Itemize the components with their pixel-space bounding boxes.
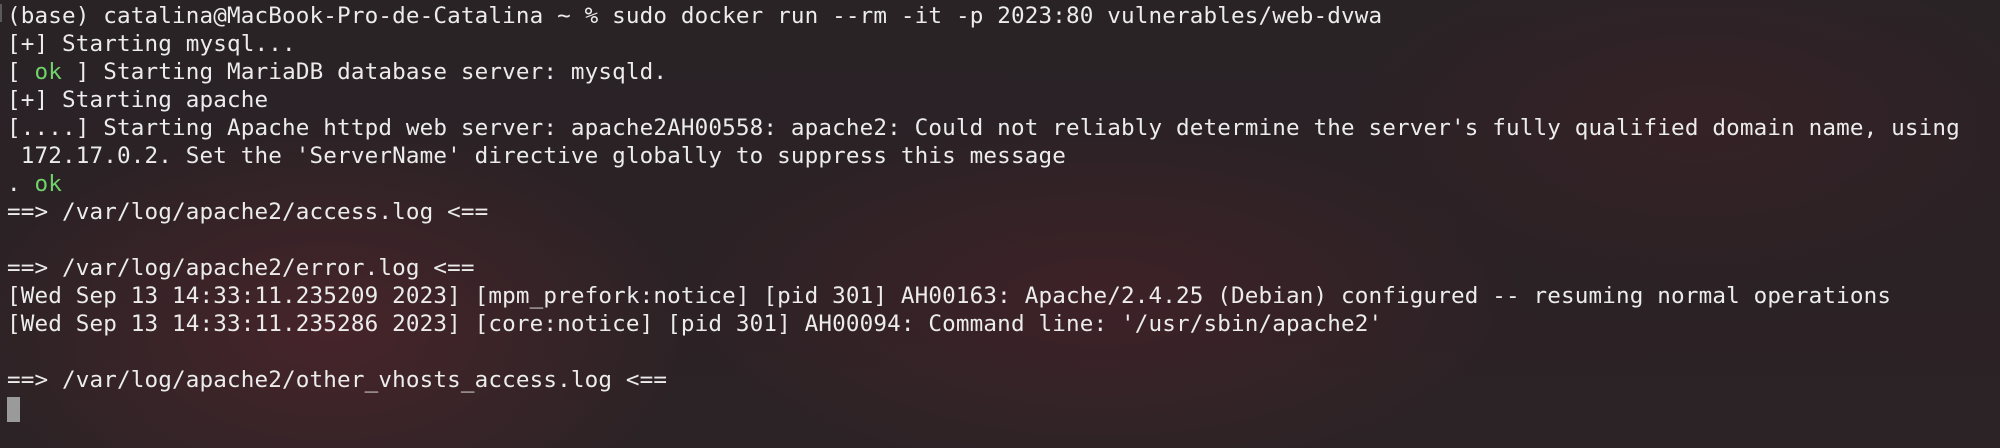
output-line-mysql-start: [+] Starting mysql... <box>7 31 296 57</box>
output-line-apache-start: [+] Starting apache <box>7 87 269 113</box>
output-blank-line <box>7 338 2000 366</box>
command-line: (base) catalina@MacBook-Pro-de-Catalina … <box>7 2 2000 30</box>
ok-status: ok <box>34 171 63 197</box>
docker-command: sudo docker run --rm -it -p 2023:80 vuln… <box>612 3 1383 29</box>
mariadb-bracket-open: [ <box>7 59 35 85</box>
output-line-apache-httpd-cont: 172.17.0.2. Set the 'ServerName' directi… <box>7 143 1066 169</box>
output-line-error-log: ==> /var/log/apache2/error.log <== <box>7 255 475 281</box>
output-line-error-1: [Wed Sep 13 14:33:11.235209 2023] [mpm_p… <box>7 283 1892 309</box>
ok-status: ok <box>34 59 63 85</box>
output-line-apache-httpd: [....] Starting Apache httpd web server:… <box>7 115 1960 141</box>
terminal-cursor[interactable] <box>7 396 20 422</box>
mariadb-message: ] Starting MariaDB database server: mysq… <box>62 59 668 85</box>
output-line-error-2: [Wed Sep 13 14:33:11.235286 2023] [core:… <box>7 311 1383 337</box>
cursor-line <box>7 394 2000 422</box>
output-blank-line <box>7 226 2000 254</box>
ok-prefix: . <box>7 171 35 197</box>
output-line-vhosts-log: ==> /var/log/apache2/other_vhosts_access… <box>7 367 668 393</box>
shell-prompt: (base) catalina@MacBook-Pro-de-Catalina … <box>7 3 613 29</box>
output-line-access-log: ==> /var/log/apache2/access.log <== <box>7 199 489 225</box>
terminal-output[interactable]: (base) catalina@MacBook-Pro-de-Catalina … <box>0 0 2000 448</box>
output-line-ok: . ok <box>7 170 2000 198</box>
output-line-mariadb: [ ok ] Starting MariaDB database server:… <box>7 58 2000 86</box>
